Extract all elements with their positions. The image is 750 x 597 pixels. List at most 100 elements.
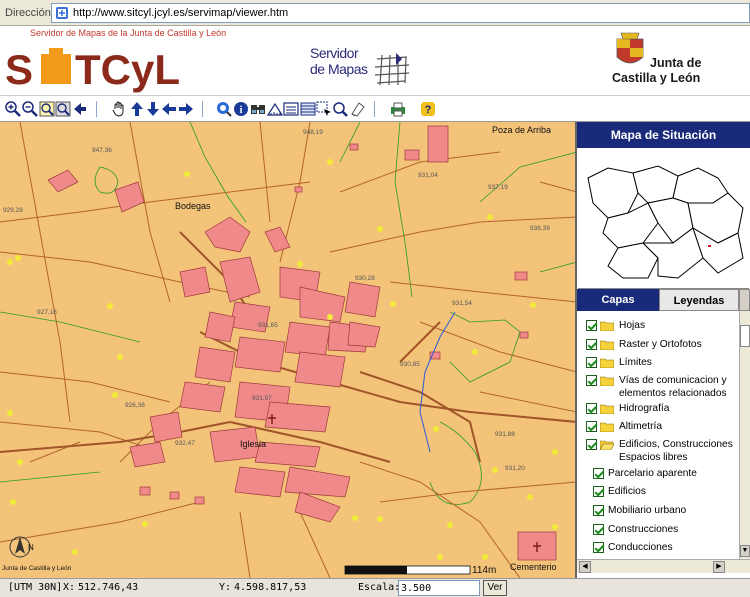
tab-capas[interactable]: Capas (577, 289, 659, 311)
scroll-right-icon[interactable]: ▶ (713, 561, 725, 573)
layer-checkbox[interactable] (593, 505, 604, 516)
layer-checkbox[interactable] (586, 320, 597, 331)
place-label: Poza de Arriba (492, 125, 551, 135)
layer-checkbox[interactable] (593, 468, 604, 479)
folder-icon (600, 376, 614, 386)
find-icon[interactable] (250, 101, 266, 117)
open-folder-icon (600, 440, 614, 450)
place-label: Iglesia (240, 439, 266, 449)
address-label: Dirección (5, 7, 51, 19)
select-rect-icon[interactable] (283, 101, 299, 117)
layer-list: Hojas Raster y Ortofotos Límites Vías de… (577, 311, 739, 559)
elevation-label: 931,20 (505, 465, 525, 472)
pan-left-icon[interactable] (161, 101, 177, 117)
servidor-mapas-logo: Servidor de Mapas (310, 43, 420, 89)
print-icon[interactable] (390, 101, 406, 117)
layer-checkbox[interactable] (586, 421, 597, 432)
layer-checkbox[interactable] (593, 524, 604, 535)
layer-item[interactable]: Altimetría (577, 418, 739, 434)
elevation-label: 930,28 (355, 275, 375, 282)
overview-map[interactable] (578, 148, 749, 289)
help-icon[interactable]: ? (420, 101, 436, 117)
scrollbar-thumb[interactable] (740, 325, 750, 347)
layer-label: Límites (619, 357, 652, 368)
address-input[interactable]: http://www.sitcyl.jcyl.es/servimap/viewe… (51, 3, 750, 23)
layer-checkbox[interactable] (586, 339, 597, 350)
map-canvas[interactable]: Poza de Arriba Bodegas Iglesia Cementeri… (0, 122, 577, 578)
copyright-label: Junta de Castilla y León (2, 565, 72, 572)
scale-input[interactable] (398, 580, 480, 596)
elevation-label: 947,36 (92, 147, 112, 154)
back-icon[interactable] (72, 101, 88, 117)
zoom-extent-icon[interactable] (39, 101, 55, 117)
layer-checkbox[interactable] (586, 357, 597, 368)
elevation-label: 936,39 (530, 225, 550, 232)
address-bar: Dirección http://www.sitcyl.jcyl.es/serv… (0, 0, 750, 26)
elevation-label: 932,47 (175, 440, 195, 447)
y-coord-value: 4.598.817,53 (234, 582, 307, 593)
layer-label: Hojas (619, 320, 646, 331)
layer-item[interactable]: Parcelario aparente (577, 465, 739, 481)
measure-icon[interactable] (267, 101, 283, 117)
place-label: Cementerio (510, 562, 557, 572)
zoom-previous-icon[interactable] (55, 101, 71, 117)
elevation-label: 931,65 (258, 322, 278, 329)
scale-start-label: 0 (346, 565, 351, 575)
layer-checkbox[interactable] (586, 375, 597, 386)
clear-icon[interactable] (349, 101, 365, 117)
layer-item[interactable]: Vías de comunicacion y elementos relacio… (577, 372, 739, 400)
scroll-down-icon[interactable]: ▼ (740, 545, 750, 557)
buffer-icon[interactable] (332, 101, 348, 117)
zoom-out-icon[interactable] (22, 101, 38, 117)
pan-up-icon[interactable] (129, 101, 145, 117)
toolbar-separator (374, 101, 375, 117)
zoom-in-icon[interactable] (5, 101, 21, 117)
elevation-label: 927,16 (37, 309, 57, 316)
tab-leyendas[interactable]: Leyendas (659, 289, 739, 311)
elevation-label: 937,19 (488, 184, 508, 191)
panel-tabs: Capas Leyendas (577, 289, 750, 311)
query-table-icon[interactable] (300, 101, 316, 117)
folder-icon (600, 340, 614, 350)
layer-label: Raster y Ortofotos (619, 339, 702, 350)
layer-label: Edificios (608, 486, 646, 497)
place-label: Bodegas (175, 201, 211, 211)
folder-icon (600, 422, 614, 432)
x-coord-label: X: (63, 582, 76, 593)
layer-item[interactable]: Edificios (577, 483, 739, 499)
layer-checkbox[interactable] (586, 439, 597, 450)
layer-item[interactable]: Mobiliario urbano (577, 502, 739, 518)
layer-item[interactable]: Límites (577, 354, 739, 370)
layer-item[interactable]: Conducciones (577, 539, 739, 555)
layer-label: Edificios, Construcciones Espacios libre… (619, 439, 733, 463)
select-icon[interactable] (316, 101, 332, 117)
layer-checkbox[interactable] (586, 403, 597, 414)
layer-checkbox[interactable] (593, 542, 604, 553)
layer-label: Altimetría (619, 421, 663, 432)
horizontal-scrollbar[interactable]: ◀ ▶ (577, 559, 750, 573)
pan-right-icon[interactable] (178, 101, 194, 117)
junta-logo: Junta de Castilla y León (610, 29, 750, 95)
ver-button[interactable]: Ver (483, 580, 507, 596)
svg-text:?: ? (425, 104, 432, 116)
scroll-left-icon[interactable]: ◀ (579, 561, 591, 573)
overview-title: Mapa de Situación (577, 122, 750, 148)
x-coord-value: 512.746,43 (78, 582, 139, 593)
svg-text:TCyL: TCyL (75, 46, 180, 93)
layer-item[interactable]: Hidrografía (577, 400, 739, 416)
layer-label: Vías de comunicacion y elementos relacio… (619, 375, 727, 399)
layer-item[interactable]: Edificios, Construcciones Espacios libre… (577, 436, 739, 464)
layer-label: Hidrografía (619, 403, 670, 414)
layer-item[interactable]: Raster y Ortofotos (577, 336, 739, 352)
identify-icon[interactable] (216, 101, 232, 117)
info-icon[interactable]: i (233, 101, 249, 117)
layer-item[interactable]: Construcciones (577, 521, 739, 537)
layer-scrollbar[interactable]: ▼ (739, 311, 750, 559)
pan-down-icon[interactable] (145, 101, 161, 117)
map-toolbar: i ? (0, 95, 750, 122)
pan-icon[interactable] (111, 101, 127, 117)
layer-checkbox[interactable] (593, 486, 604, 497)
junta-line2: Castilla y León (612, 71, 701, 85)
folder-icon (600, 358, 614, 368)
layer-item[interactable]: Hojas (577, 317, 739, 333)
